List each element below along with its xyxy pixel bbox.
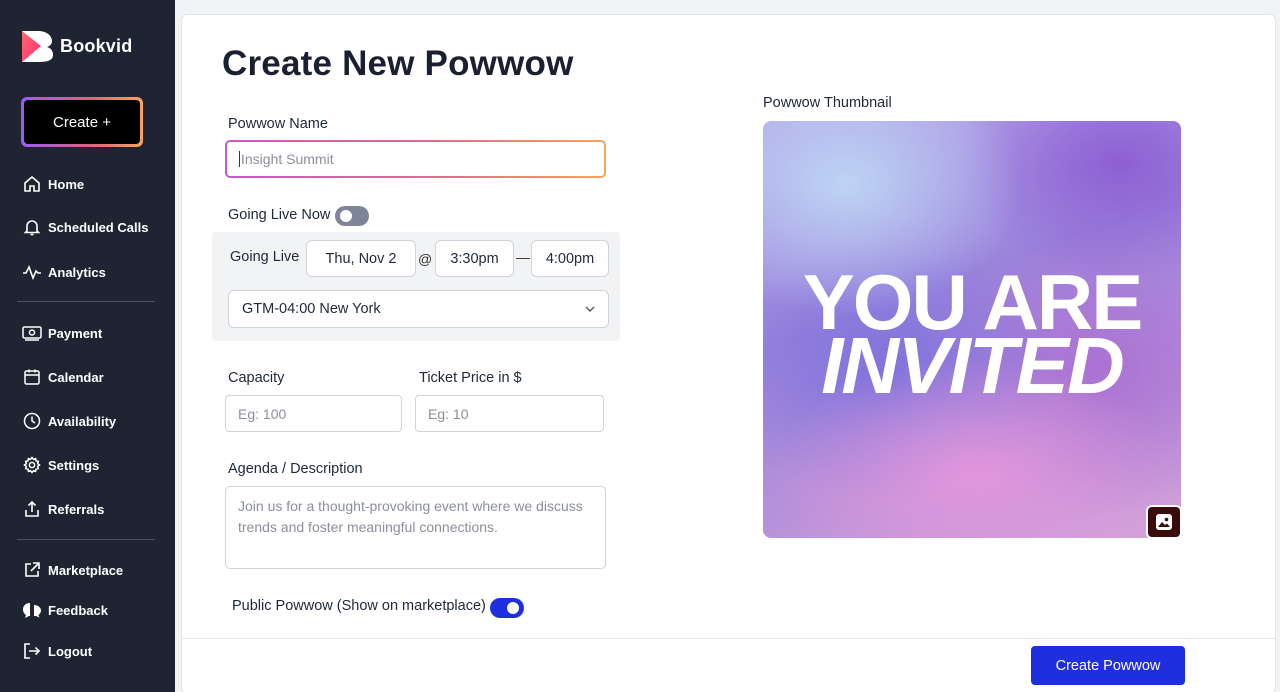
logout-icon bbox=[22, 641, 42, 661]
time-range-separator: — bbox=[516, 249, 530, 265]
ticket-price-input[interactable]: Eg: 10 bbox=[415, 395, 604, 432]
sidebar-item-availability[interactable]: Availability bbox=[22, 411, 116, 431]
ticket-price-label: Ticket Price in $ bbox=[419, 370, 522, 386]
sidebar-item-home[interactable]: Home bbox=[22, 174, 84, 194]
powwow-name-label: Powwow Name bbox=[228, 116, 328, 132]
toggle-knob bbox=[507, 602, 519, 614]
sidebar-item-feedback[interactable]: Feedback bbox=[22, 600, 108, 620]
powwow-name-input[interactable]: Insight Summit bbox=[227, 142, 604, 176]
app-name: Bookvid bbox=[60, 35, 133, 56]
agenda-textarea[interactable]: Join us for a thought-provoking event wh… bbox=[225, 486, 606, 569]
clock-icon bbox=[22, 411, 42, 431]
sidebar-item-referrals[interactable]: Referrals bbox=[22, 499, 104, 519]
going-live-label: Going Live bbox=[230, 249, 300, 265]
capacity-input[interactable]: Eg: 100 bbox=[225, 395, 402, 432]
sidebar: Bookvid Create + Home Scheduled Calls An… bbox=[0, 0, 175, 692]
money-icon bbox=[22, 323, 42, 343]
sidebar-item-label: Analytics bbox=[48, 264, 106, 280]
logo[interactable]: Bookvid bbox=[21, 29, 132, 63]
home-icon bbox=[22, 174, 42, 194]
bell-icon bbox=[22, 217, 42, 237]
chevron-down-icon bbox=[585, 306, 595, 312]
page-title: Create New Powwow bbox=[222, 44, 574, 83]
sidebar-item-label: Scheduled Calls bbox=[48, 219, 149, 235]
sidebar-divider bbox=[17, 539, 155, 540]
powwow-name-frame: Insight Summit bbox=[225, 140, 606, 178]
bookvid-logo-icon bbox=[22, 31, 53, 62]
sidebar-item-label: Payment bbox=[48, 325, 103, 341]
end-time-picker[interactable]: 4:00pm bbox=[531, 240, 609, 277]
sidebar-item-marketplace[interactable]: Marketplace bbox=[22, 560, 123, 580]
calendar-icon bbox=[22, 367, 42, 387]
external-link-icon bbox=[22, 560, 42, 580]
sidebar-item-label: Feedback bbox=[48, 602, 108, 618]
image-icon bbox=[1156, 514, 1172, 530]
sidebar-item-calendar[interactable]: Calendar bbox=[22, 367, 104, 387]
date-picker[interactable]: Thu, Nov 2 bbox=[306, 240, 416, 277]
going-live-now-label: Going Live Now bbox=[228, 207, 331, 223]
sidebar-item-label: Home bbox=[48, 176, 85, 192]
sidebar-item-scheduled-calls[interactable]: Scheduled Calls bbox=[22, 217, 148, 237]
public-powwow-label: Public Powwow (Show on marketplace) bbox=[232, 598, 486, 614]
share-icon bbox=[22, 499, 42, 519]
sidebar-item-label: Referrals bbox=[48, 501, 105, 517]
sidebar-item-payment[interactable]: Payment bbox=[22, 323, 102, 343]
create-button-frame: Create + bbox=[21, 97, 143, 147]
sidebar-item-analytics[interactable]: Analytics bbox=[22, 262, 106, 282]
sidebar-item-label: Calendar bbox=[48, 369, 104, 385]
thumbnail-label: Powwow Thumbnail bbox=[763, 95, 892, 111]
change-thumbnail-button[interactable] bbox=[1146, 505, 1182, 539]
thumbnail-image: YOU ARE INVITED bbox=[763, 121, 1181, 538]
sidebar-item-label: Settings bbox=[48, 457, 100, 473]
toggle-knob bbox=[340, 210, 352, 222]
sidebar-item-label: Marketplace bbox=[48, 562, 124, 578]
create-powwow-button[interactable]: Create Powwow bbox=[1031, 646, 1185, 685]
sidebar-item-label: Availability bbox=[48, 413, 117, 429]
going-live-now-toggle[interactable] bbox=[335, 206, 369, 226]
capacity-label: Capacity bbox=[228, 370, 285, 386]
public-powwow-toggle[interactable] bbox=[490, 598, 524, 618]
sidebar-item-settings[interactable]: Settings bbox=[22, 455, 99, 475]
powwow-name-placeholder: Insight Summit bbox=[241, 151, 334, 167]
chat-icon bbox=[22, 600, 42, 620]
agenda-label: Agenda / Description bbox=[228, 461, 363, 477]
start-time-picker[interactable]: 3:30pm bbox=[435, 240, 514, 277]
at-separator: @ bbox=[418, 251, 433, 267]
footer-divider bbox=[181, 638, 1276, 639]
timezone-select[interactable]: GTM-04:00 New York bbox=[228, 290, 609, 328]
sidebar-item-logout[interactable]: Logout bbox=[22, 641, 92, 661]
gear-icon bbox=[22, 455, 42, 475]
activity-icon bbox=[22, 262, 42, 282]
text-caret bbox=[239, 151, 240, 167]
thumbnail-text-line2: INVITED bbox=[821, 321, 1125, 410]
sidebar-divider bbox=[17, 301, 155, 302]
create-button[interactable]: Create + bbox=[24, 100, 140, 144]
timezone-value: GTM-04:00 New York bbox=[242, 301, 381, 317]
sidebar-item-label: Logout bbox=[48, 643, 93, 659]
